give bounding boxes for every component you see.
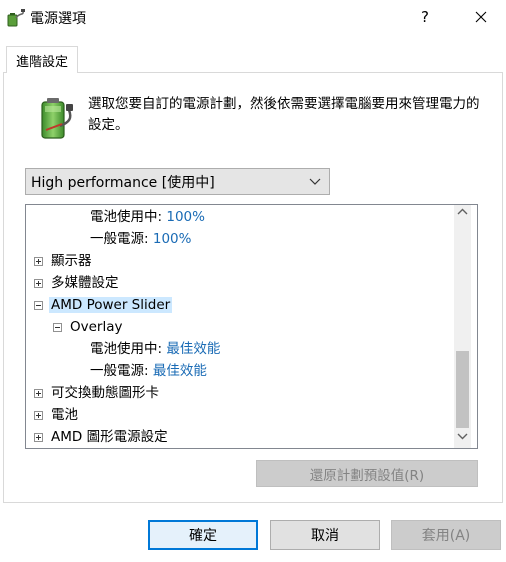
expand-icon[interactable] <box>34 433 43 442</box>
tree-item-label: Overlay <box>70 319 123 335</box>
title-bar: 電源選項 ? <box>0 0 506 34</box>
tree-item-multimedia[interactable]: 多媒體設定 <box>51 273 119 293</box>
tab-advanced-settings[interactable]: 進階設定 <box>6 46 78 73</box>
chevron-down-icon <box>309 178 321 185</box>
tree-item-label: 一般電源: <box>90 363 149 379</box>
tree-item-overlay-battery[interactable]: 電池使用中: 最佳效能 <box>90 339 220 359</box>
collapse-icon[interactable] <box>53 323 62 332</box>
battery-icon <box>41 98 73 139</box>
scroll-down-icon[interactable] <box>457 432 468 440</box>
ok-label: 確定 <box>189 528 217 544</box>
tree-item-label: 一般電源: <box>90 231 149 247</box>
tree-item-value[interactable]: 最佳效能 <box>153 363 207 379</box>
tree-item-battery-value[interactable]: 電池使用中: 100% <box>90 207 205 227</box>
scroll-up-icon[interactable] <box>457 208 468 216</box>
tree-item-label: AMD Power Slider <box>49 297 173 313</box>
close-icon <box>475 11 487 23</box>
cancel-label: 取消 <box>311 528 339 544</box>
expand-icon[interactable] <box>34 279 43 288</box>
apply-button[interactable]: 套用(A) <box>391 520 501 550</box>
tab-label: 進階設定 <box>15 54 68 70</box>
tree-item-value: 100% <box>152 231 192 247</box>
expand-icon[interactable] <box>34 411 43 420</box>
apply-label: 套用(A) <box>421 528 471 544</box>
restore-defaults-button[interactable]: 還原計劃預設值(R) <box>256 460 478 487</box>
tree-item-label: 多媒體設定 <box>51 275 119 291</box>
tree-item-overlay[interactable]: Overlay <box>70 317 122 337</box>
expand-icon[interactable] <box>34 257 43 266</box>
expand-icon[interactable] <box>34 389 43 398</box>
collapse-icon[interactable] <box>34 301 43 310</box>
window-title: 電源選項 <box>30 11 86 27</box>
tree-item-value[interactable]: 最佳效能 <box>166 341 220 357</box>
tree-item-amd-power-slider[interactable]: AMD Power Slider <box>49 295 173 315</box>
settings-tree[interactable]: 電池使用中: 100% 一般電源: 100% 顯示器 多媒體設定 AMD Pow… <box>25 204 478 449</box>
ok-button[interactable]: 確定 <box>148 520 258 550</box>
description-text: 選取您要自訂的電源計劃，然後依需要選擇電腦要用來管理電力的設定。 <box>88 96 480 133</box>
tree-item-label: 可交換動態圖形卡 <box>51 385 159 401</box>
tree-item-amd-graphics-power[interactable]: AMD 圖形電源設定 <box>51 427 168 447</box>
tree-item-display[interactable]: 顯示器 <box>51 251 92 271</box>
cancel-button[interactable]: 取消 <box>270 520 380 550</box>
scrollbar-thumb[interactable] <box>456 351 469 428</box>
tree-item-label: 顯示器 <box>51 253 92 269</box>
tree-item-label: 電池使用中: <box>90 209 163 225</box>
plan-select[interactable]: High performance [使用中] <box>25 168 330 195</box>
close-button[interactable] <box>464 3 498 31</box>
tree-item-label: 電池 <box>51 407 78 423</box>
tree-item-switchable-graphics[interactable]: 可交換動態圖形卡 <box>51 383 159 403</box>
tree-item-ac-value[interactable]: 一般電源: 100% <box>90 229 191 249</box>
tree-item-battery[interactable]: 電池 <box>51 405 78 425</box>
tree-item-label: 電池使用中: <box>90 341 163 357</box>
power-options-icon <box>7 9 25 27</box>
tree-item-value: 100% <box>166 209 205 225</box>
plan-select-value: High performance [使用中] <box>31 174 215 191</box>
tree-item-label: AMD 圖形電源設定 <box>51 429 168 445</box>
help-button[interactable]: ? <box>408 3 442 31</box>
tree-item-overlay-ac[interactable]: 一般電源: 最佳效能 <box>90 361 207 381</box>
restore-defaults-label: 還原計劃預設值(R) <box>309 467 425 484</box>
help-label: ? <box>421 8 429 26</box>
